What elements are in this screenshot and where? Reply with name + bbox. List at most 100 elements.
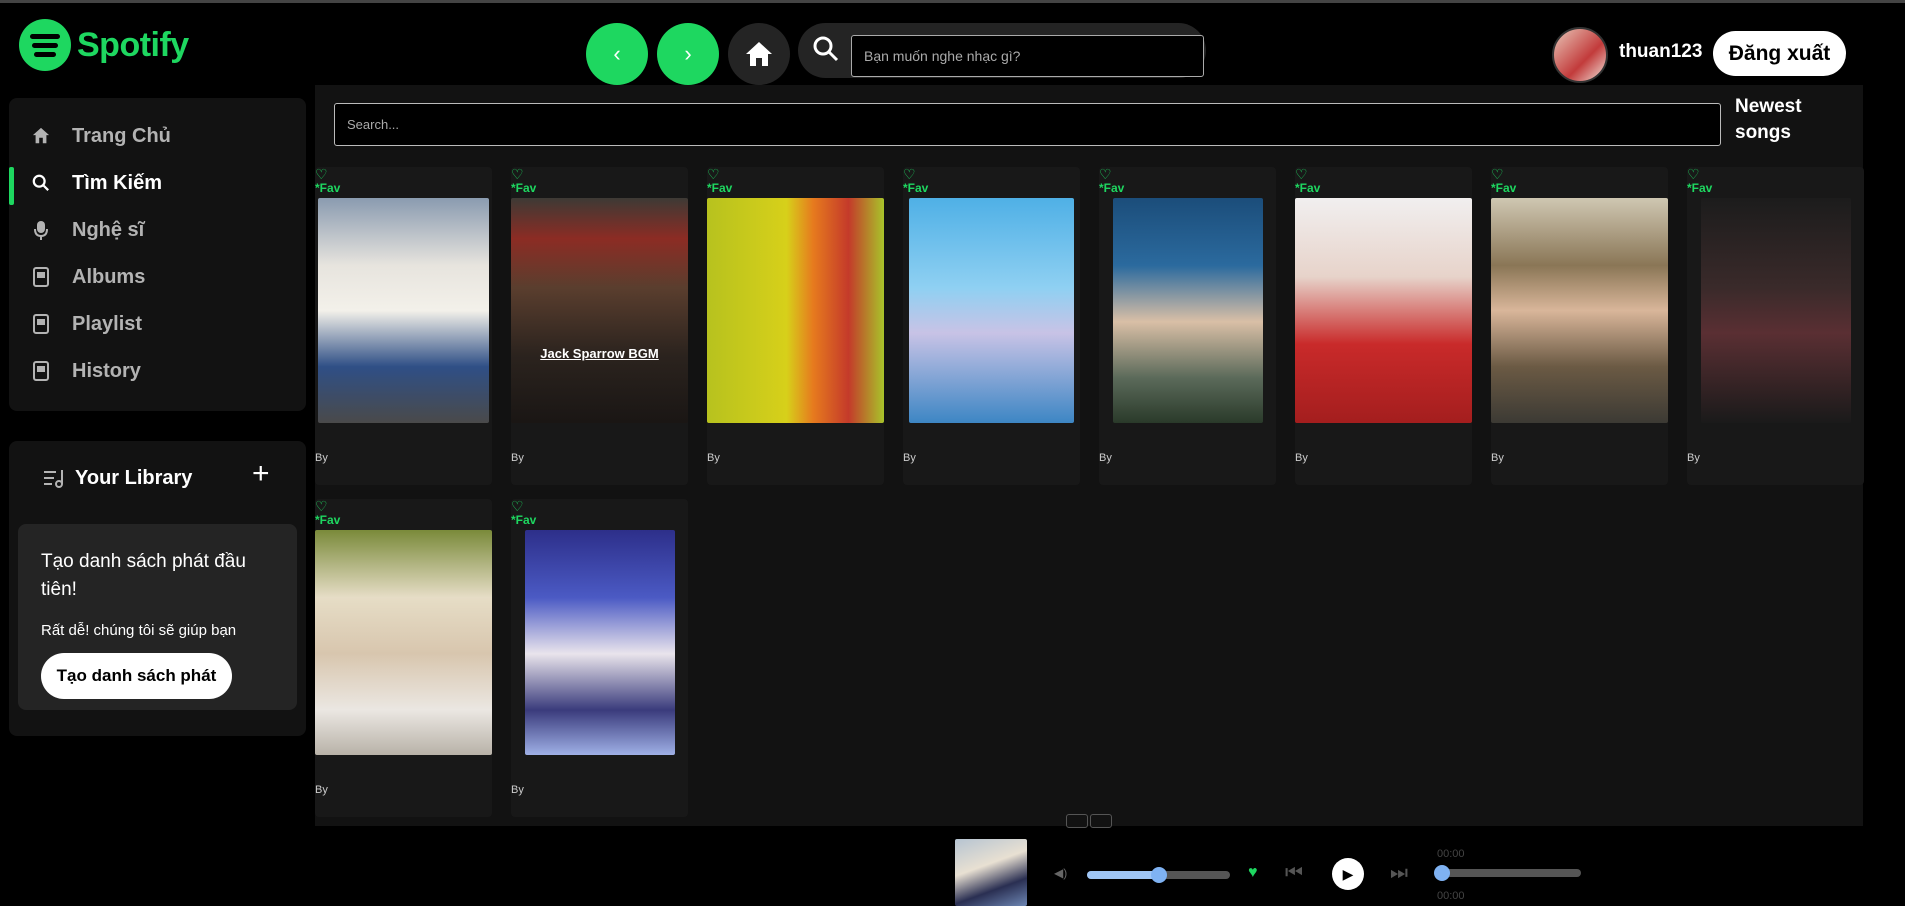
library-title: Your Library xyxy=(75,467,193,489)
sidebar-item-playlist[interactable]: Playlist xyxy=(9,304,306,344)
volume-handle[interactable] xyxy=(1150,867,1167,883)
heart-icon[interactable]: ♡ xyxy=(315,167,328,181)
sidebar-item-label: Albums xyxy=(72,265,146,288)
library-icon xyxy=(44,470,63,488)
heart-icon[interactable]: ♡ xyxy=(1491,167,1504,181)
volume-slider[interactable] xyxy=(1087,867,1230,883)
play-button[interactable]: ▶ xyxy=(1332,858,1364,890)
main-content: Newest songs ♡ *Fav By ♡ *Fav Jack Sparr… xyxy=(315,85,1864,828)
forward-button[interactable]: › xyxy=(657,23,719,85)
chevron-right-icon: › xyxy=(684,41,692,66)
back-button[interactable]: ‹ xyxy=(586,23,648,85)
song-cover xyxy=(909,198,1074,423)
sidebar-item-label: Tìm Kiếm xyxy=(72,171,163,194)
top-search-input[interactable] xyxy=(851,35,1204,77)
avatar[interactable] xyxy=(1552,27,1608,83)
song-cover: Jack Sparrow BGM xyxy=(511,198,688,423)
song-card[interactable]: ♡ *Fav By xyxy=(903,167,1080,485)
volume-fill xyxy=(1087,871,1159,879)
song-cover xyxy=(1113,198,1263,423)
song-cover xyxy=(525,530,675,755)
fav-label: *Fav xyxy=(315,513,341,527)
heart-icon[interactable]: ♡ xyxy=(511,167,524,181)
heart-icon[interactable]: ♡ xyxy=(315,499,328,513)
sidebar-item-artists[interactable]: Nghệ sĩ xyxy=(9,210,306,250)
heart-icon[interactable]: ♡ xyxy=(903,167,916,181)
fav-label: *Fav xyxy=(315,181,341,195)
song-by: By xyxy=(1687,452,1700,464)
logout-button[interactable]: Đăng xuất xyxy=(1713,31,1846,76)
search-icon xyxy=(813,36,839,62)
history-icon xyxy=(29,359,53,383)
sidebar-item-history[interactable]: History xyxy=(9,351,306,391)
heart-icon[interactable]: ♡ xyxy=(1099,167,1112,181)
sidebar-item-label: Trang Chủ xyxy=(72,124,171,147)
skip-next-icon[interactable]: ⏭ xyxy=(1390,862,1408,885)
song-by: By xyxy=(1099,452,1112,464)
sidebar-item-label: History xyxy=(72,359,141,382)
volume-icon[interactable]: ◀) xyxy=(1054,866,1067,880)
song-card[interactable]: ♡ *Fav By xyxy=(1099,167,1276,485)
pager-prev[interactable] xyxy=(1066,814,1088,828)
song-by: By xyxy=(511,784,524,796)
heart-icon[interactable]: ♡ xyxy=(1295,167,1308,181)
song-cover xyxy=(1491,198,1668,423)
song-cover xyxy=(1295,198,1472,423)
fav-label: *Fav xyxy=(1687,181,1713,195)
create-playlist-subtitle: Rất dễ! chúng tôi sẽ giúp bạn xyxy=(41,622,237,639)
window-top-border xyxy=(0,0,1905,3)
song-card[interactable]: ♡ *Fav By xyxy=(511,499,688,817)
home-icon xyxy=(29,124,53,148)
heart-icon[interactable]: ♡ xyxy=(707,167,720,181)
song-card[interactable]: ♡ *Fav By xyxy=(707,167,884,485)
time-total: 00:00 xyxy=(1437,890,1465,902)
song-card[interactable]: ♡ *Fav By xyxy=(315,167,492,485)
song-by: By xyxy=(1491,452,1504,464)
heart-icon[interactable]: ♡ xyxy=(511,499,524,513)
sidebar-item-label: Playlist xyxy=(72,312,143,335)
spotify-logo-icon xyxy=(19,19,71,71)
now-playing-thumbnail xyxy=(955,839,1027,906)
logo-text: Spotify xyxy=(77,25,189,64)
top-search-bar xyxy=(798,23,1206,78)
progress-handle[interactable] xyxy=(1434,865,1450,881)
song-cover xyxy=(1701,198,1851,423)
song-by: By xyxy=(1295,452,1308,464)
progress-slider[interactable] xyxy=(1434,865,1581,881)
fav-label: *Fav xyxy=(1099,181,1125,195)
pager-next[interactable] xyxy=(1090,814,1112,828)
username: thuan123 xyxy=(1619,41,1703,62)
song-card[interactable]: ♡ *Fav By xyxy=(1687,167,1864,485)
sidebar-item-label: Nghệ sĩ xyxy=(72,218,145,241)
sidebar-item-search[interactable]: Tìm Kiếm xyxy=(9,163,306,205)
create-playlist-button[interactable]: Tạo danh sách phát xyxy=(41,653,232,699)
fav-label: *Fav xyxy=(1491,181,1517,195)
add-library-button[interactable]: + xyxy=(252,457,270,491)
fav-label: *Fav xyxy=(1295,181,1321,195)
song-cover xyxy=(707,198,884,423)
sidebar-item-albums[interactable]: Albums xyxy=(9,257,306,297)
sidebar-item-home[interactable]: Trang Chủ xyxy=(9,116,306,156)
newest-songs-heading: Newest songs xyxy=(1735,96,1802,143)
song-card[interactable]: ♡ *Fav Jack Sparrow BGM By xyxy=(511,167,688,485)
song-by: By xyxy=(315,784,328,796)
song-card[interactable]: ♡ *Fav By xyxy=(1491,167,1668,485)
song-cover xyxy=(315,530,492,755)
song-by: By xyxy=(511,452,524,464)
home-button[interactable] xyxy=(728,23,790,85)
album-icon xyxy=(29,265,53,289)
playlist-icon xyxy=(29,312,53,336)
like-icon[interactable]: ♥ xyxy=(1248,864,1258,882)
song-by: By xyxy=(903,452,916,464)
spotify-logo[interactable]: Spotify xyxy=(19,19,189,71)
create-playlist-title: Tạo danh sách phát đầu tiên! xyxy=(41,551,246,600)
sidebar-nav: Trang Chủ Tìm Kiếm Nghệ sĩ Albums Playli… xyxy=(9,98,306,411)
cover-caption: Jack Sparrow BGM xyxy=(540,346,659,361)
main-search-input[interactable] xyxy=(334,103,1721,146)
song-card[interactable]: ♡ *Fav By xyxy=(1295,167,1472,485)
heart-icon[interactable]: ♡ xyxy=(1687,167,1700,181)
fav-label: *Fav xyxy=(511,181,537,195)
song-cover xyxy=(318,198,489,423)
song-card[interactable]: ♡ *Fav By xyxy=(315,499,492,817)
skip-previous-icon[interactable]: ⏮ xyxy=(1285,862,1303,885)
